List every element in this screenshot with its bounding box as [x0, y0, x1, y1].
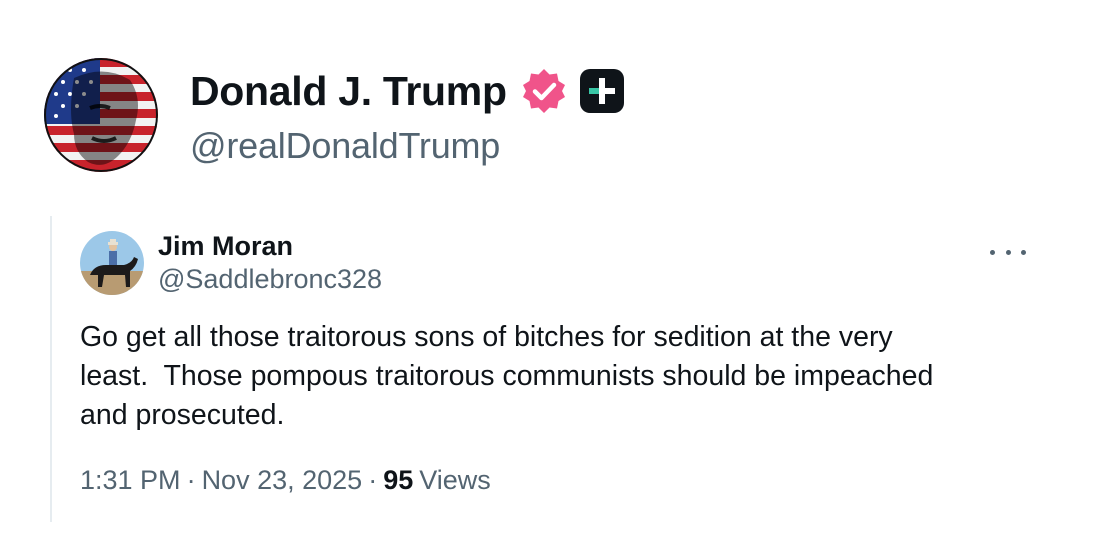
author-display-name[interactable]: Donald J. Trump — [190, 68, 507, 115]
post-metadata: 1:31 PM · Nov 23, 2025 · 95 Views — [80, 465, 1040, 496]
quoted-author-name[interactable]: Jim Moran — [158, 230, 382, 262]
quoted-post-header: Jim Moran @Saddlebronc328 — [80, 230, 1040, 296]
horse-rider-avatar-image — [80, 231, 144, 295]
quoted-author-handle[interactable]: @Saddlebronc328 — [158, 262, 382, 296]
meta-separator: · — [186, 465, 196, 495]
flag-portrait-avatar-image — [44, 58, 158, 172]
post-time[interactable]: 1:31 PM — [80, 465, 181, 496]
post-header: Donald J. Trump @realDonaldTrump — [44, 58, 625, 172]
author-handle[interactable]: @realDonaldTrump — [190, 125, 625, 167]
author-info: Donald J. Trump @realDonaldTrump — [190, 63, 625, 167]
more-options-icon[interactable] — [990, 242, 1026, 262]
quoted-post-text: Go get all those traitorous sons of bitc… — [80, 321, 934, 431]
plus-badge-icon[interactable] — [579, 68, 625, 114]
quoted-author-avatar[interactable] — [80, 231, 144, 295]
quote-divider-line — [50, 216, 52, 522]
meta-separator: · — [368, 465, 378, 495]
quoted-author-info: Jim Moran @Saddlebronc328 — [158, 230, 382, 296]
author-name-row: Donald J. Trump — [190, 63, 625, 119]
quoted-post[interactable]: Jim Moran @Saddlebronc328 Go get all tho… — [80, 230, 1040, 496]
views-count[interactable]: 95 — [383, 465, 413, 496]
views-label[interactable]: Views — [419, 465, 491, 496]
post-date[interactable]: Nov 23, 2025 — [202, 465, 363, 496]
verified-badge-icon[interactable] — [519, 66, 569, 116]
author-avatar[interactable] — [44, 58, 158, 172]
